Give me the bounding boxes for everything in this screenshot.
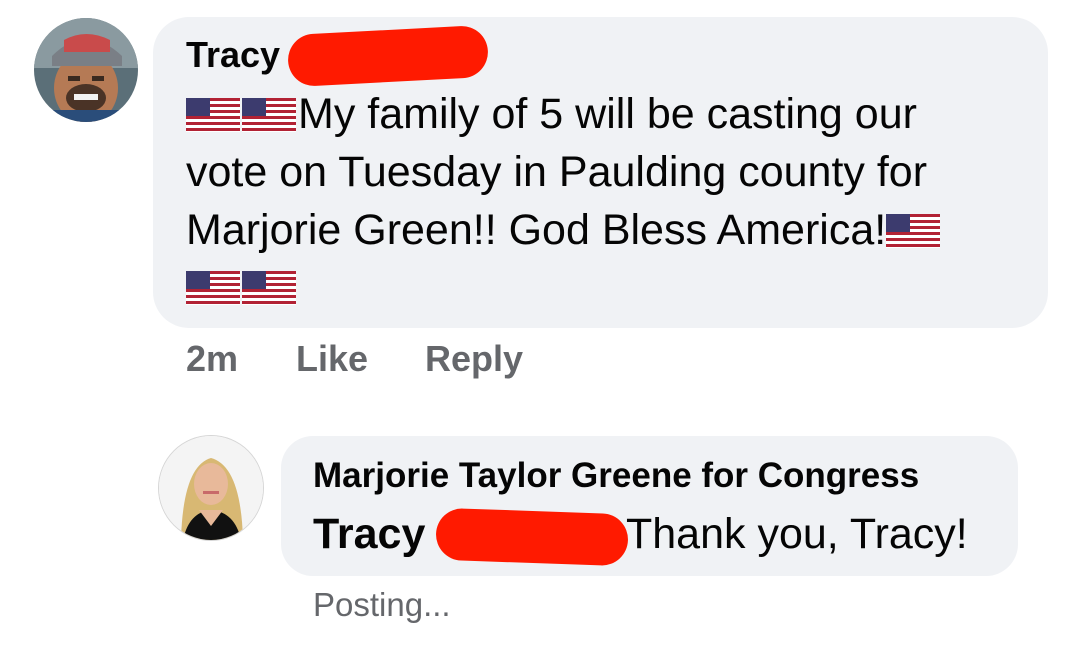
comment-author-name[interactable]: Tracy — [186, 34, 280, 76]
reply-text: Thank you, Tracy! — [626, 510, 968, 558]
us-flag-icon — [186, 271, 240, 305]
comment-timestamp[interactable]: 2m — [186, 338, 238, 382]
redaction-mark — [435, 507, 629, 567]
page-avatar[interactable] — [159, 436, 263, 540]
commenter-avatar[interactable] — [34, 18, 138, 122]
redaction-mark — [286, 24, 490, 88]
us-flag-icon — [242, 98, 296, 132]
comment-text: vote on Tuesday in Paulding county for — [186, 148, 928, 196]
comment-text: My family of 5 will be casting our — [298, 90, 917, 138]
reply-button[interactable]: Reply — [425, 338, 523, 382]
page-avatar-image — [159, 436, 263, 540]
us-flag-icon — [886, 214, 941, 248]
comment-text-line: Marjorie Green!! God Bless America! — [186, 205, 942, 255]
us-flag-icon — [186, 98, 240, 132]
comment-text-line — [186, 262, 298, 312]
like-button[interactable]: Like — [296, 338, 368, 382]
comment-text-line: vote on Tuesday in Paulding county for — [186, 147, 927, 197]
us-flag-icon — [242, 271, 296, 305]
commenter-avatar-image — [34, 18, 138, 122]
reply-author-name[interactable]: Marjorie Taylor Greene for Congress — [313, 456, 919, 496]
mention-tag[interactable]: Tracy — [313, 510, 425, 558]
comment-text: Marjorie Green!! God Bless America! — [186, 206, 887, 254]
posting-status: Posting... — [313, 586, 451, 623]
reply-mention-line: Tracy — [313, 510, 425, 559]
comment-text-line: My family of 5 will be casting our — [186, 89, 917, 139]
